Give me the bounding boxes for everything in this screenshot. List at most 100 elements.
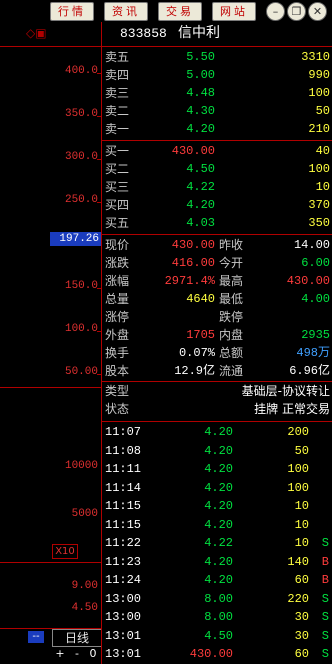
y-axis-label: 50.00	[64, 366, 98, 378]
stat-row: 外盘 1705 内盘 2935	[102, 327, 332, 344]
bid-label: 买一	[105, 144, 130, 158]
chart-divider	[0, 46, 101, 47]
trade-side: B	[321, 554, 329, 569]
status-value: 挂牌 正常交易	[254, 402, 330, 416]
trade-time: 11:07	[105, 425, 142, 439]
trade-side: S	[321, 610, 329, 624]
trade-volume: 200	[287, 425, 309, 439]
y-axis-label: 350.0	[64, 108, 98, 120]
trade-time: 11:22	[105, 536, 142, 550]
trade-price: 4.20	[204, 499, 233, 513]
news-button[interactable]: 资讯	[104, 2, 148, 21]
trade-row[interactable]: 11:14 4.20 100	[102, 480, 332, 497]
trade-side: S	[321, 628, 329, 643]
bid-row: 买五 4.03 350	[102, 215, 332, 232]
stat-value: 1705	[186, 328, 215, 342]
trade-time: 11:15	[105, 499, 142, 513]
chart-icon: ◇▣	[26, 26, 47, 40]
current-price-tag: 197.26	[50, 232, 101, 246]
trade-price: 4.50	[204, 628, 233, 643]
stat-value: 6.96亿	[289, 364, 330, 378]
stat-value: 6.00	[301, 256, 330, 270]
trade-volume: 10	[294, 499, 309, 513]
trade-volume: 60	[294, 573, 309, 587]
website-button[interactable]: 网站	[212, 2, 256, 21]
bid-price: 4.20	[186, 198, 215, 212]
period-selector[interactable]: 日线	[52, 629, 102, 647]
trade-side: S	[321, 647, 329, 661]
y-axis-label: 250.0	[64, 194, 98, 206]
trade-volume: 100	[287, 462, 309, 476]
minimize-icon[interactable]: –	[266, 2, 285, 21]
trade-price: 4.20	[204, 462, 233, 476]
ask-row: 卖四 5.00 990	[102, 67, 332, 84]
close-icon[interactable]: ✕	[308, 2, 327, 21]
trade-price: 4.20	[204, 573, 233, 587]
trade-time: 13:01	[105, 628, 142, 643]
bid-label: 买五	[105, 216, 130, 230]
trade-price: 430.00	[189, 647, 233, 661]
stat-label: 内盘	[219, 328, 244, 342]
trade-row[interactable]: 11:23 4.20 140 B	[102, 554, 332, 571]
y-axis-label: 300.0	[64, 151, 98, 163]
trade-volume: 100	[287, 480, 309, 495]
trade-row[interactable]: 11:24 4.20 60 B	[102, 572, 332, 589]
stat-value: 430.00	[286, 274, 330, 288]
trade-volume: 50	[294, 443, 309, 458]
trade-time: 13:00	[105, 591, 142, 606]
trade-row[interactable]: 11:07 4.20 200	[102, 424, 332, 441]
trade-volume: 30	[294, 610, 309, 624]
trade-row[interactable]: 11:15 4.20 10	[102, 517, 332, 534]
trade-row[interactable]: 11:08 4.20 50	[102, 443, 332, 460]
stat-label: 涨停	[105, 310, 130, 324]
stock-header: 833858 信中利	[102, 25, 332, 42]
trade-time: 11:08	[105, 443, 142, 458]
stat-value: 12.9亿	[174, 364, 215, 378]
status-label: 状态	[105, 402, 130, 416]
trade-price: 4.20	[204, 517, 233, 532]
zoom-in-button[interactable]: +	[52, 647, 68, 661]
trade-row[interactable]: 11:15 4.20 10	[102, 498, 332, 515]
stat-label: 外盘	[105, 328, 130, 342]
trade-volume: 30	[294, 628, 309, 643]
trade-price: 4.20	[204, 425, 233, 439]
trade-time: 11:11	[105, 462, 142, 476]
restore-icon[interactable]: ❐	[287, 2, 306, 21]
ask-price: 4.20	[186, 122, 215, 136]
trade-button[interactable]: 交易	[158, 2, 202, 21]
stat-row: 涨幅 2971.4% 最高 430.00	[102, 273, 332, 290]
trade-volume: 220	[287, 591, 309, 606]
kline-chart[interactable]: ◇▣ 400.0 350.0 300.0 250.0 197.26 150.0 …	[0, 22, 102, 664]
trade-row[interactable]: 11:22 4.22 10 S	[102, 535, 332, 552]
stat-label: 股本	[105, 364, 130, 378]
trade-row[interactable]: 13:00 8.00 30 S	[102, 609, 332, 626]
trade-row[interactable]: 13:01 4.50 30 S	[102, 628, 332, 645]
bid-row: 买四 4.20 370	[102, 197, 332, 214]
bid-price: 4.03	[186, 216, 215, 230]
market-button[interactable]: 行情	[50, 2, 94, 21]
period-scroll[interactable]: --	[28, 631, 44, 643]
zoom-out-button[interactable]: -	[70, 647, 84, 661]
trade-price: 4.20	[204, 480, 233, 495]
trade-volume: 10	[294, 536, 309, 550]
trade-volume: 60	[294, 647, 309, 661]
ask-row: 卖二 4.30 50	[102, 103, 332, 120]
stat-row: 涨停 跌停	[102, 309, 332, 326]
trade-row[interactable]: 13:00 8.00 220 S	[102, 591, 332, 608]
trade-row[interactable]: 13:01 430.00 60 S	[102, 646, 332, 663]
bid-row: 买二 4.50 100	[102, 161, 332, 178]
trade-price: 8.00	[204, 591, 233, 606]
stat-value: 2971.4%	[164, 274, 215, 288]
reset-zoom-button[interactable]: 0	[86, 647, 100, 661]
ask-price: 4.48	[186, 86, 215, 100]
stat-label: 总量	[105, 292, 130, 306]
bid-volume: 10	[315, 180, 330, 194]
ask-label: 卖四	[105, 68, 130, 82]
stat-label: 涨跌	[105, 256, 130, 270]
stat-value: 0.07%	[178, 346, 215, 360]
stat-label: 最低	[219, 292, 244, 306]
ask-row: 卖五 5.50 3310	[102, 49, 332, 66]
stat-label: 涨幅	[105, 274, 130, 288]
ask-price: 5.00	[186, 68, 215, 82]
trade-row[interactable]: 11:11 4.20 100	[102, 461, 332, 478]
